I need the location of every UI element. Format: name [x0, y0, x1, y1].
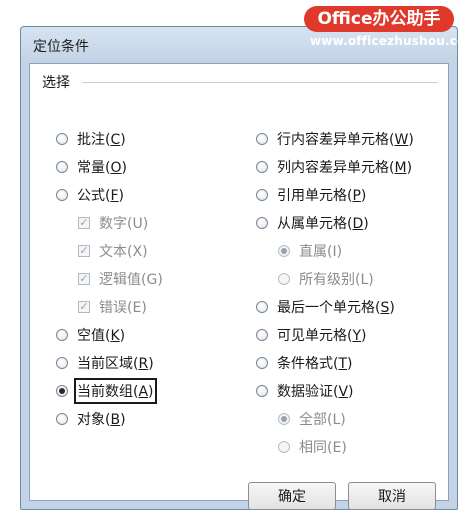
option-label: 引用单元格(P) [277, 188, 367, 204]
radio-icon[interactable] [56, 329, 68, 341]
radio-validation-all[interactable]: 全部(L) [278, 408, 346, 430]
radio-icon[interactable] [256, 133, 268, 145]
radio-data-validation[interactable]: 数据验证(V) [256, 380, 354, 402]
ok-button[interactable]: 确定 [248, 482, 336, 510]
radio-formulas[interactable]: 公式(F) [56, 184, 124, 206]
option-label: 对象(B) [77, 412, 126, 428]
option-label: 可见单元格(Y) [277, 328, 367, 344]
watermark-url: www.officezhushou.com [310, 34, 471, 48]
radio-blanks[interactable]: 空值(K) [56, 324, 125, 346]
checkmark-icon[interactable]: ✓ [78, 273, 90, 285]
goto-special-dialog: 定位条件 选择 批注(C) 常量(O) 公式(F) ✓ 数字(U) ✓ 文本(X… [20, 26, 458, 510]
radio-precedents[interactable]: 引用单元格(P) [256, 184, 366, 206]
checkbox-logicals[interactable]: ✓ 逻辑值(G) [78, 268, 163, 290]
cancel-button[interactable]: 取消 [348, 482, 436, 510]
radio-icon[interactable] [56, 161, 68, 173]
radio-icon[interactable] [256, 189, 268, 201]
radio-row-differences[interactable]: 行内容差异单元格(W) [256, 128, 414, 150]
option-label: 条件格式(T) [277, 356, 353, 372]
option-label: 当前区域(R) [77, 356, 154, 372]
radio-icon[interactable] [56, 133, 68, 145]
radio-objects[interactable]: 对象(B) [56, 408, 126, 430]
option-label: 相同(E) [299, 440, 347, 456]
option-label: 错误(E) [99, 300, 147, 316]
option-label: 批注(C) [77, 132, 126, 148]
radio-icon[interactable] [56, 357, 68, 369]
radio-selected-icon[interactable] [278, 245, 290, 257]
radio-icon[interactable] [56, 189, 68, 201]
checkbox-errors[interactable]: ✓ 错误(E) [78, 296, 147, 318]
option-label: 文本(X) [99, 244, 148, 260]
option-label: 列内容差异单元格(M) [277, 160, 413, 176]
radio-comments[interactable]: 批注(C) [56, 128, 126, 150]
radio-icon[interactable] [256, 357, 268, 369]
dialog-title: 定位条件 [33, 39, 89, 55]
watermark-logo: Office办公助手 [304, 6, 454, 32]
group-divider [82, 82, 438, 83]
option-label: 空值(K) [77, 328, 126, 344]
option-label: 全部(L) [299, 412, 346, 428]
radio-dependents[interactable]: 从属单元格(D) [256, 212, 369, 234]
radio-current-array[interactable]: 当前数组(A) [56, 378, 157, 404]
radio-selected-icon[interactable] [56, 385, 68, 397]
option-label: 最后一个单元格(S) [277, 300, 395, 316]
option-label: 行内容差异单元格(W) [277, 132, 414, 148]
radio-icon[interactable] [278, 273, 290, 285]
option-label: 直属(I) [299, 244, 343, 260]
radio-icon[interactable] [256, 301, 268, 313]
checkmark-icon[interactable]: ✓ [78, 245, 90, 257]
radio-icon[interactable] [256, 329, 268, 341]
checkbox-text[interactable]: ✓ 文本(X) [78, 240, 148, 262]
radio-icon[interactable] [56, 413, 68, 425]
option-label: 数字(U) [99, 216, 149, 232]
radio-column-differences[interactable]: 列内容差异单元格(M) [256, 156, 412, 178]
option-label: 从属单元格(D) [277, 216, 369, 232]
radio-validation-same[interactable]: 相同(E) [278, 436, 347, 458]
option-label: 当前数组(A) [74, 378, 157, 404]
radio-icon[interactable] [256, 217, 268, 229]
checkbox-numbers[interactable]: ✓ 数字(U) [78, 212, 148, 234]
radio-icon[interactable] [256, 161, 268, 173]
option-label: 公式(F) [77, 188, 124, 204]
option-label: 常量(O) [77, 160, 127, 176]
option-label: 数据验证(V) [277, 384, 354, 400]
radio-selected-icon[interactable] [278, 413, 290, 425]
checkmark-icon[interactable]: ✓ [78, 217, 90, 229]
radio-last-cell[interactable]: 最后一个单元格(S) [256, 296, 395, 318]
radio-constants[interactable]: 常量(O) [56, 156, 127, 178]
group-label: 选择 [42, 72, 74, 92]
radio-current-region[interactable]: 当前区域(R) [56, 352, 154, 374]
radio-icon[interactable] [278, 441, 290, 453]
radio-conditional-formats[interactable]: 条件格式(T) [256, 352, 353, 374]
radio-all-levels[interactable]: 所有级别(L) [278, 268, 374, 290]
option-label: 逻辑值(G) [99, 272, 163, 288]
radio-icon[interactable] [256, 385, 268, 397]
dialog-body: 选择 批注(C) 常量(O) 公式(F) ✓ 数字(U) ✓ 文本(X) ✓ 逻… [29, 63, 449, 510]
radio-direct-only[interactable]: 直属(I) [278, 240, 342, 262]
checkmark-icon[interactable]: ✓ [78, 301, 90, 313]
radio-visible-cells[interactable]: 可见单元格(Y) [256, 324, 367, 346]
option-label: 所有级别(L) [299, 272, 374, 288]
